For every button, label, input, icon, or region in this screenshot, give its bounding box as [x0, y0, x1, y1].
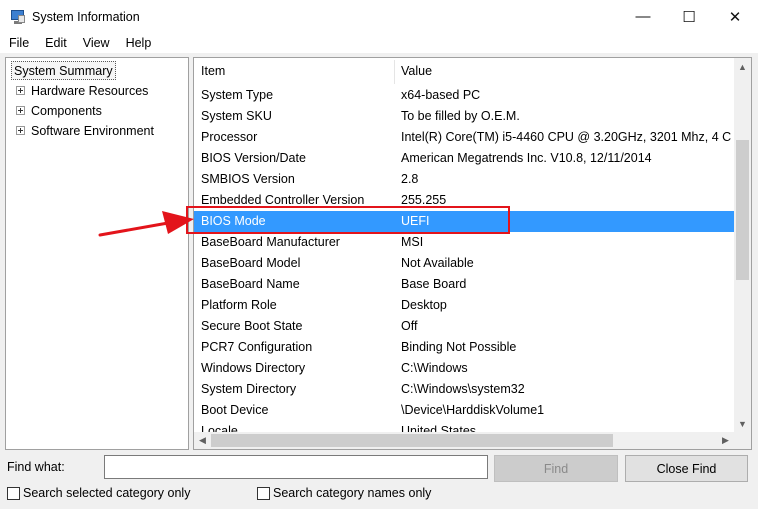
vertical-scroll-thumb[interactable]: [736, 140, 749, 280]
column-separator[interactable]: [394, 60, 395, 84]
row-value-cell: \Device\HarddiskVolume1: [401, 403, 545, 417]
row-item-cell: BaseBoard Manufacturer: [201, 235, 340, 249]
tree-item-components[interactable]: Components: [6, 101, 102, 120]
checkbox-unchecked-icon[interactable]: [7, 486, 20, 500]
close-button[interactable]: ✕: [712, 0, 758, 33]
row-item-cell: Secure Boot State: [201, 319, 303, 333]
details-list: Item Value System Type x64-based PC System…: [193, 57, 752, 450]
row-item-cell: BIOS Version/Date: [201, 151, 306, 165]
row-item-cell: Platform Role: [201, 298, 277, 312]
find-bar: Find what: Find Close Find Search select…: [0, 453, 758, 509]
row-value-cell: C:\Windows: [401, 361, 468, 375]
row-item-cell: System Type: [201, 88, 274, 102]
search-category-names-checkbox[interactable]: Search category names only: [257, 486, 431, 500]
maximize-button[interactable]: ☐: [666, 0, 712, 33]
table-row[interactable]: System Type x64-based PC: [194, 85, 734, 106]
vertical-scrollbar[interactable]: ▲ ▼: [734, 58, 751, 432]
row-value-cell: Desktop: [401, 298, 447, 312]
table-row[interactable]: BaseBoard Name Base Board: [194, 274, 734, 295]
find-what-input[interactable]: [104, 455, 488, 479]
scroll-up-arrow-icon[interactable]: ▲: [734, 58, 751, 75]
row-value-cell: 255.255: [401, 193, 447, 207]
row-value-cell: C:\Windows\system32: [401, 382, 525, 396]
row-value-cell: Off: [401, 319, 418, 333]
table-row[interactable]: Embedded Controller Version 255.255: [194, 190, 734, 211]
menu-view[interactable]: View: [74, 36, 117, 50]
checkbox-label: Search selected category only: [23, 486, 191, 500]
table-row[interactable]: Windows Directory C:\Windows: [194, 358, 734, 379]
checkbox-unchecked-icon[interactable]: [257, 486, 270, 500]
table-row[interactable]: SMBIOS Version 2.8: [194, 169, 734, 190]
table-row[interactable]: Boot Device \Device\HarddiskVolume1: [194, 400, 734, 421]
table-row[interactable]: Processor Intel(R) Core(TM) i5-4460 CPU @…: [194, 127, 734, 148]
horizontal-scrollbar[interactable]: ◀ ▶: [194, 432, 734, 449]
row-item-cell: System SKU: [201, 109, 272, 123]
menu-help[interactable]: Help: [117, 36, 159, 50]
table-row[interactable]: BaseBoard Manufacturer MSI: [194, 232, 734, 253]
minimize-button[interactable]: —: [620, 0, 666, 33]
search-selected-category-checkbox[interactable]: Search selected category only: [7, 486, 190, 500]
row-item-cell: SMBIOS Version: [201, 172, 295, 186]
row-item-cell: PCR7 Configuration: [201, 340, 313, 354]
main-content: System Summary Hardware Resources Compon…: [0, 53, 758, 453]
table-row[interactable]: BIOS Mode UEFI: [194, 211, 734, 232]
table-row[interactable]: BaseBoard Model Not Available: [194, 253, 734, 274]
category-tree: System Summary Hardware Resources Compon…: [5, 57, 189, 450]
find-button[interactable]: Find: [494, 455, 618, 482]
expand-plus-icon[interactable]: [16, 86, 25, 95]
window-title: System Information: [32, 9, 140, 24]
column-header-value[interactable]: Value: [401, 64, 432, 78]
horizontal-scroll-thumb[interactable]: [211, 434, 613, 447]
checkbox-label: Search category names only: [273, 486, 432, 500]
row-value-cell: Base Board: [401, 277, 467, 291]
close-find-button[interactable]: Close Find: [625, 455, 748, 482]
row-value-cell: Binding Not Possible: [401, 340, 517, 354]
menu-file[interactable]: File: [0, 36, 36, 50]
row-item-cell: BaseBoard Name: [201, 277, 300, 291]
row-item-cell: Embedded Controller Version: [201, 193, 365, 207]
table-row[interactable]: System SKU To be filled by O.E.M.: [194, 106, 734, 127]
tree-item-system-summary[interactable]: System Summary: [11, 61, 116, 80]
tree-item-label: System Summary: [14, 63, 113, 78]
menu-edit[interactable]: Edit: [36, 36, 74, 50]
expand-plus-icon[interactable]: [16, 106, 25, 115]
title-bar: System Information — ☐ ✕: [0, 0, 758, 33]
row-item-cell: Processor: [201, 130, 258, 144]
column-header-item[interactable]: Item: [201, 64, 225, 78]
scroll-left-arrow-icon[interactable]: ◀: [194, 432, 211, 449]
row-item-cell: Boot Device: [201, 403, 269, 417]
row-value-cell: UEFI: [401, 214, 430, 228]
table-row[interactable]: Secure Boot State Off: [194, 316, 734, 337]
tree-item-label: Software Environment: [31, 123, 154, 138]
table-row[interactable]: BIOS Version/Date American Megatrends Inc…: [194, 148, 734, 169]
row-value-cell: Intel(R) Core(TM) i5-4460 CPU @ 3.20GHz,…: [401, 130, 732, 144]
tree-item-label: Hardware Resources: [31, 83, 149, 98]
row-item-cell: BaseBoard Model: [201, 256, 301, 270]
scroll-down-arrow-icon[interactable]: ▼: [734, 415, 751, 432]
row-value-cell: American Megatrends Inc. V10.8, 12/11/20…: [401, 151, 652, 165]
row-item-cell: System Directory: [201, 382, 297, 396]
row-item-cell: Windows Directory: [201, 361, 306, 375]
scroll-right-arrow-icon[interactable]: ▶: [717, 432, 734, 449]
tree-item-label: Components: [31, 103, 102, 118]
table-row[interactable]: System Directory C:\Windows\system32: [194, 379, 734, 400]
tree-item-hardware-resources[interactable]: Hardware Resources: [6, 81, 148, 100]
table-row[interactable]: PCR7 Configuration Binding Not Possible: [194, 337, 734, 358]
row-value-cell: 2.8: [401, 172, 419, 186]
scrollbar-corner: [734, 432, 751, 449]
row-value-cell: MSI: [401, 235, 424, 249]
window-controls: — ☐ ✕: [620, 0, 758, 33]
row-item-cell: BIOS Mode: [201, 214, 266, 228]
find-what-label: Find what:: [7, 460, 65, 474]
menu-bar: File Edit View Help: [0, 33, 758, 53]
tree-item-software-environment[interactable]: Software Environment: [6, 121, 154, 140]
expand-plus-icon[interactable]: [16, 126, 25, 135]
row-value-cell: x64-based PC: [401, 88, 481, 102]
row-value-cell: Not Available: [401, 256, 474, 270]
system-information-app-icon: [10, 9, 26, 25]
list-rows: System Type x64-based PC System SKU To be f…: [194, 85, 734, 442]
list-header: Item Value: [194, 58, 734, 84]
row-value-cell: To be filled by O.E.M.: [401, 109, 520, 123]
table-row[interactable]: Platform Role Desktop: [194, 295, 734, 316]
